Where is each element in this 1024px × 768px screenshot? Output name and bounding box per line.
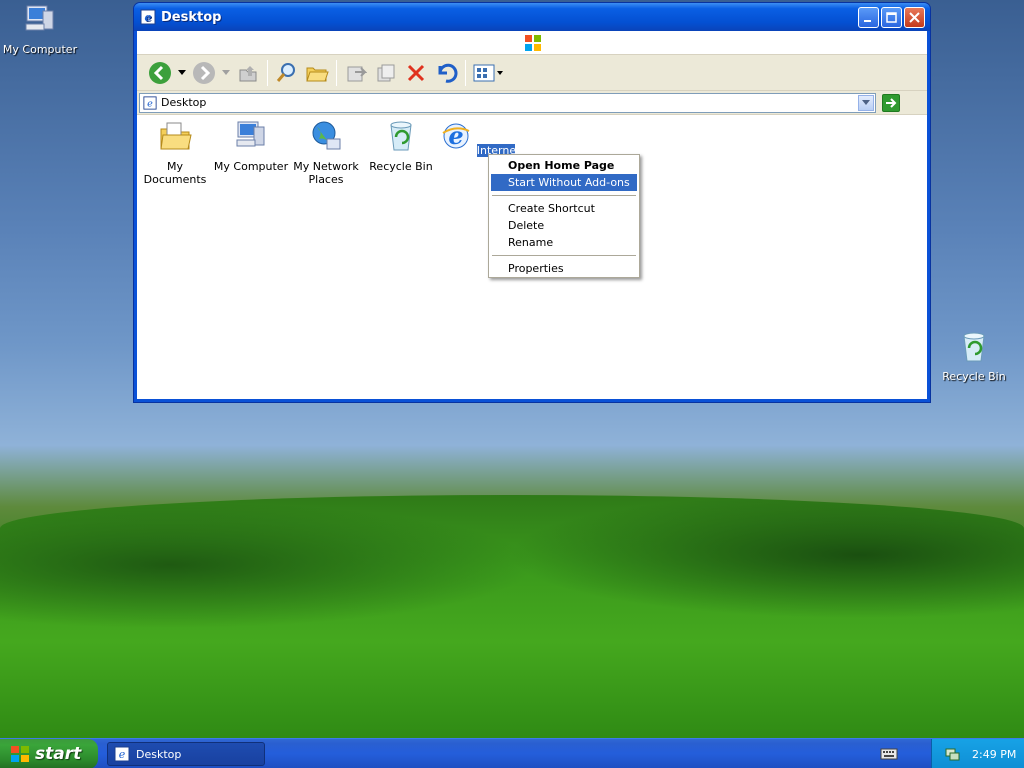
desktop-icon-recycle-bin[interactable]: Recycle Bin: [934, 330, 1014, 383]
title-bar[interactable]: e Desktop: [134, 3, 930, 31]
undo-button[interactable]: [431, 58, 461, 88]
address-field[interactable]: e Desktop: [139, 92, 876, 113]
close-button[interactable]: [904, 6, 925, 28]
internet-explorer-icon: e: [442, 121, 470, 150]
item-label: My Documents: [143, 160, 207, 186]
svg-text:e: e: [449, 121, 464, 150]
ie-page-icon: e: [114, 746, 130, 762]
chevron-down-icon: [222, 69, 230, 75]
my-computer-icon: [25, 5, 54, 31]
views-icon: [473, 64, 503, 81]
address-dropdown-button[interactable]: [858, 94, 874, 111]
delete-x-icon: [407, 64, 425, 81]
item-label: My Network Places: [293, 160, 359, 186]
menu-item-create-shortcut[interactable]: Create Shortcut: [491, 200, 637, 217]
copy-to-icon: [377, 64, 395, 81]
svg-text:e: e: [145, 11, 152, 24]
address-text: Desktop: [161, 96, 207, 109]
menu-item-delete[interactable]: Delete: [491, 217, 637, 234]
item-my-documents[interactable]: My Documents: [137, 119, 213, 186]
window-title: Desktop: [161, 9, 222, 25]
svg-text:e: e: [147, 98, 153, 109]
back-button[interactable]: [145, 58, 175, 88]
item-my-computer[interactable]: My Computer: [213, 119, 289, 173]
menu-item-open-home-page[interactable]: Open Home Page: [491, 157, 637, 174]
maximize-icon: [886, 11, 897, 23]
network-places-icon: [312, 121, 341, 150]
minimize-icon: [864, 19, 871, 22]
windows-flag-icon: [11, 746, 29, 762]
close-icon: [909, 11, 920, 23]
desktop-icon-my-computer[interactable]: My Computer: [0, 3, 80, 56]
go-button[interactable]: [882, 93, 900, 112]
toolbar-separator: [336, 59, 337, 86]
item-recycle-bin[interactable]: Recycle Bin: [363, 119, 439, 173]
menu-item-properties[interactable]: Properties: [491, 260, 637, 277]
maximize-button[interactable]: [881, 6, 902, 28]
my-computer-icon: [236, 121, 265, 147]
chevron-down-icon: [178, 69, 186, 75]
move-to-button[interactable]: [341, 58, 371, 88]
search-button[interactable]: [272, 58, 302, 88]
svg-text:e: e: [119, 748, 126, 761]
forward-dropdown[interactable]: [219, 58, 233, 88]
my-documents-icon: [160, 122, 192, 150]
taskbar-button-label: Desktop: [136, 747, 182, 761]
move-to-icon: [347, 66, 367, 81]
clock[interactable]: 2:49 PM: [972, 748, 1016, 761]
taskbar-button-desktop[interactable]: e Desktop: [107, 742, 265, 766]
start-button[interactable]: start: [0, 739, 98, 768]
forward-arrow-icon: [193, 61, 215, 84]
item-my-network-places[interactable]: My Network Places: [288, 119, 364, 186]
copy-to-button[interactable]: [371, 58, 401, 88]
menu-separator: [492, 195, 636, 196]
delete-button[interactable]: [401, 58, 431, 88]
folders-icon: [306, 67, 329, 81]
up-folder-icon: [239, 65, 257, 81]
taskbar: start e Desktop 2:49 PM: [0, 738, 1024, 768]
start-label: start: [35, 744, 82, 764]
menu-item-rename[interactable]: Rename: [491, 234, 637, 251]
folders-button[interactable]: [302, 58, 332, 88]
search-icon: [276, 62, 295, 82]
desktop-icon-label: My Computer: [2, 43, 78, 56]
menu-separator: [492, 255, 636, 256]
back-arrow-icon: [149, 61, 171, 84]
desktop-icon-label: Recycle Bin: [942, 370, 1006, 383]
item-label: Recycle Bin: [369, 160, 433, 173]
minimize-button[interactable]: [858, 6, 879, 28]
wallpaper-hills: [0, 495, 1024, 740]
forward-button[interactable]: [189, 58, 219, 88]
undo-icon: [438, 63, 458, 83]
go-arrow-icon: [886, 97, 897, 108]
ie-page-icon: e: [140, 9, 156, 25]
keyboard-icon[interactable]: [880, 747, 898, 761]
back-dropdown[interactable]: [175, 58, 189, 88]
network-tray-icon[interactable]: [944, 746, 960, 762]
toolbar: [137, 55, 927, 91]
context-menu: Open Home Page Start Without Add-ons Cre…: [488, 154, 640, 278]
views-button[interactable]: [470, 58, 506, 88]
toolbar-separator: [465, 59, 466, 86]
chevron-down-icon: [862, 99, 870, 105]
up-folder-button[interactable]: [233, 58, 263, 88]
menu-item-start-without-add-ons[interactable]: Start Without Add-ons: [491, 174, 637, 191]
brand-bar: [137, 31, 927, 55]
ie-page-icon: e: [143, 95, 157, 110]
system-tray: 2:49 PM: [931, 739, 1024, 768]
item-label: My Computer: [213, 160, 289, 173]
windows-logo-icon: [525, 35, 541, 51]
recycle-bin-icon: [963, 332, 985, 362]
address-bar: e Desktop: [137, 91, 927, 115]
toolbar-separator: [267, 59, 268, 86]
recycle-bin-icon: [390, 121, 412, 151]
